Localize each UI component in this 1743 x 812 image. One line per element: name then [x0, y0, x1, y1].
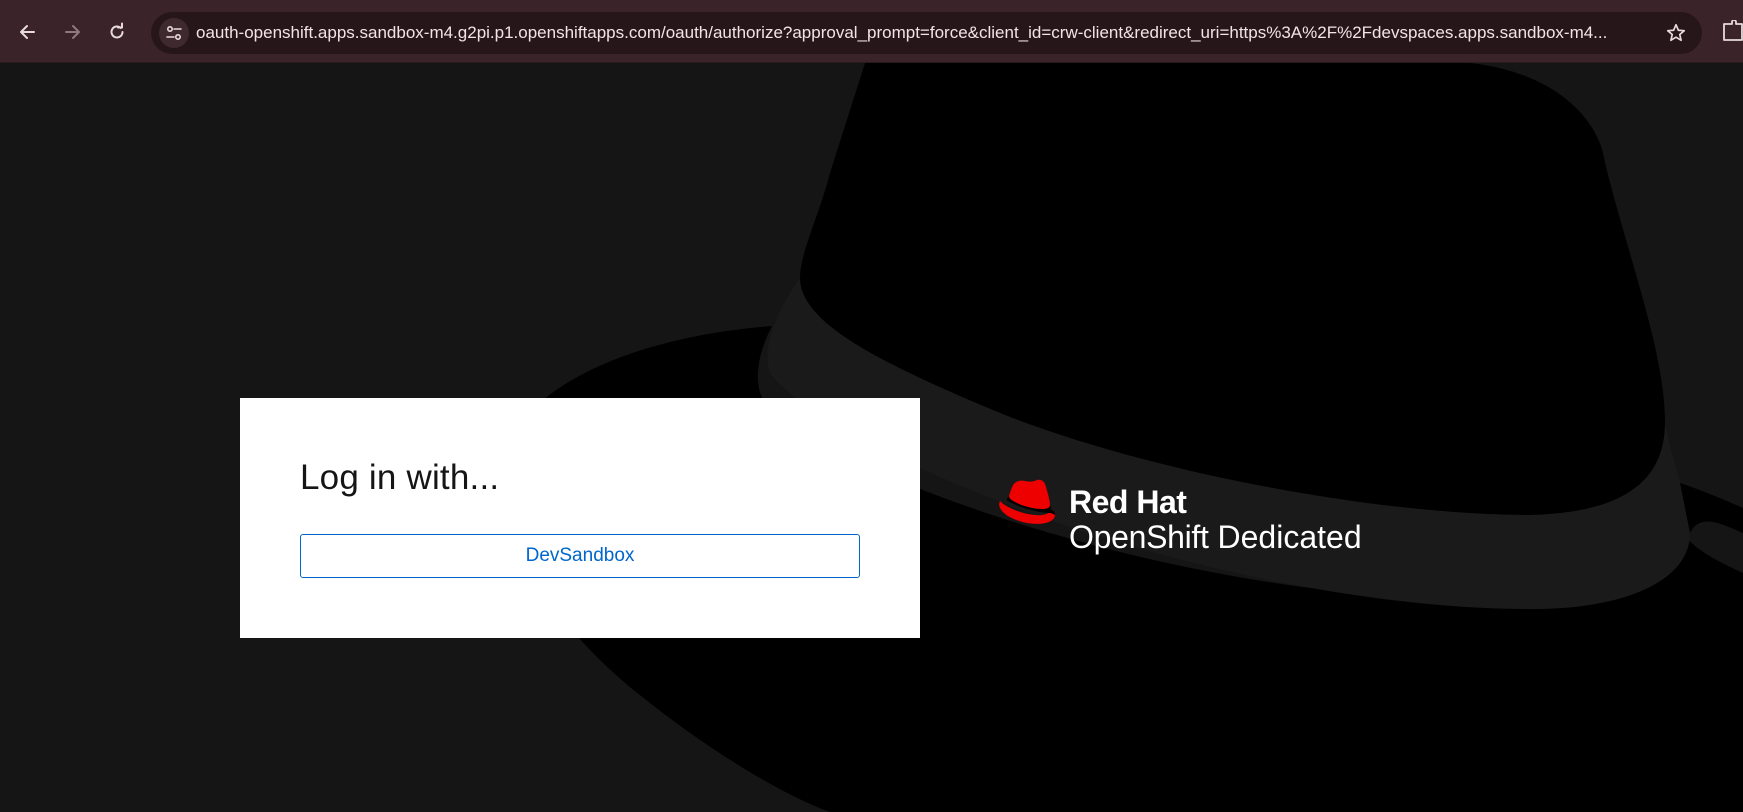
forward-button[interactable] — [56, 16, 88, 48]
browser-toolbar: oauth-openshift.apps.sandbox-m4.g2pi.p1.… — [0, 0, 1743, 63]
brand-edition: Dedicated — [1217, 519, 1362, 555]
address-bar[interactable]: oauth-openshift.apps.sandbox-m4.g2pi.p1.… — [151, 12, 1702, 54]
reload-button[interactable] — [101, 16, 133, 48]
devsandbox-login-button[interactable]: DevSandbox — [300, 534, 860, 578]
url-text[interactable]: oauth-openshift.apps.sandbox-m4.g2pi.p1.… — [196, 12, 1636, 54]
reload-icon — [110, 22, 124, 39]
login-title: Log in with... — [300, 458, 500, 497]
bookmark-star-icon[interactable] — [1664, 21, 1688, 45]
red-hat-fedora-icon — [999, 479, 1055, 524]
forward-arrow-icon — [65, 25, 80, 39]
brand-logo-lockup: Red Hat OpenShift Dedicated — [997, 479, 1397, 569]
back-arrow-icon — [20, 25, 35, 39]
back-button[interactable] — [12, 16, 44, 48]
login-card: Log in with... DevSandbox — [240, 398, 920, 638]
brand-product-line: OpenShift Dedicated — [1069, 519, 1362, 556]
site-settings-icon[interactable] — [159, 18, 189, 48]
login-page: Log in with... DevSandbox Red Hat OpenSh… — [0, 63, 1743, 812]
extensions-icon[interactable] — [1720, 20, 1743, 44]
brand-product: OpenShift — [1069, 519, 1209, 555]
brand-company: Red Hat — [1069, 484, 1187, 520]
